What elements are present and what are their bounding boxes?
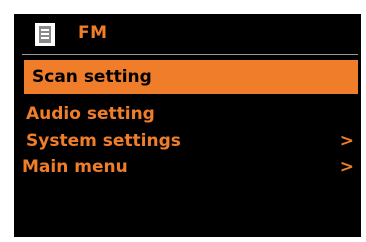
menu-item-audio-setting[interactable]: Audio setting: [24, 102, 358, 128]
chevron-right-icon: >: [339, 131, 354, 151]
menu-item-label: Audio setting: [26, 104, 155, 124]
menu-item-label: System settings: [26, 131, 181, 151]
menu-item-main-menu[interactable]: Main menu >: [22, 155, 358, 181]
header-divider: [22, 54, 358, 55]
menu-item-label: Main menu: [22, 157, 128, 177]
menu-item-scan-setting[interactable]: Scan setting: [24, 60, 358, 94]
fm-radio-icon: [35, 23, 55, 46]
menu-item-label: Scan setting: [32, 67, 152, 87]
radio-display: FM Scan setting Audio setting System set…: [14, 14, 361, 237]
chevron-right-icon: >: [339, 157, 354, 177]
menu-item-system-settings[interactable]: System settings >: [24, 129, 358, 155]
header-bar: FM: [14, 14, 361, 54]
page-title: FM: [78, 23, 108, 43]
